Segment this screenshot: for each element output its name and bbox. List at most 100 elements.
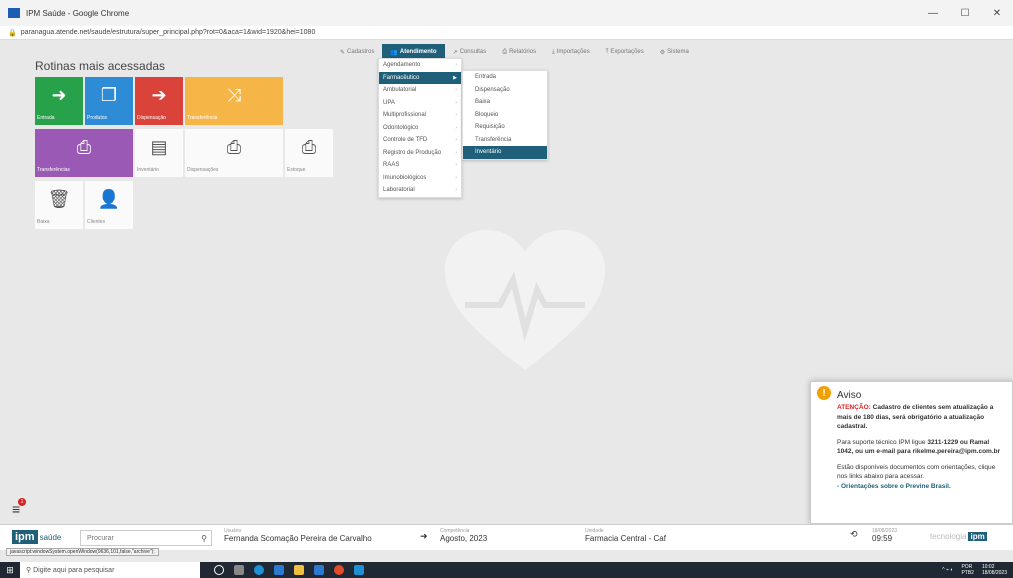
competence-field: Competência Agosto, 2023 <box>440 528 488 543</box>
tile-estoque[interactable]: ⎙ Estoque <box>285 129 333 177</box>
notifications-button[interactable]: ≡ 1 <box>12 498 26 517</box>
edge-icon[interactable] <box>254 565 264 575</box>
chevron-right-icon: › <box>455 174 457 181</box>
print-icon: ⎙ <box>502 48 508 55</box>
logout-icon[interactable]: ➜ <box>420 531 428 542</box>
trash-icon: 🗑 <box>47 189 71 209</box>
tecnologia-ipm-logo: tecnologia ipm <box>930 532 987 541</box>
menu-item-laboratorial[interactable]: Laboratorial › <box>379 184 461 197</box>
menu-item-registro-producao[interactable]: Registro de Produção › <box>379 147 461 160</box>
tile-baixa[interactable]: 🗑 Baixa <box>35 181 83 229</box>
address-bar[interactable]: 🔒 paranagua.atende.net/saude/estrutura/s… <box>0 26 1013 40</box>
menu-item-raas[interactable]: RAAS › <box>379 159 461 172</box>
tile-entrada[interactable]: ➜ Entrada <box>35 77 83 125</box>
caret-right-icon: ▶ <box>453 74 457 81</box>
app-footer: ipm saúde ⚲ Usuário Fernanda Scomação Pe… <box>0 524 1013 550</box>
tile-inventario[interactable]: ▤ Inventário <box>135 129 183 177</box>
task-view-icon[interactable] <box>214 565 224 575</box>
warning-docs: Estão disponíveis documentos com orienta… <box>837 463 996 490</box>
gear-icon: ⚙ <box>659 49 666 56</box>
tile-transferencia[interactable]: ⤨ Transferência <box>185 77 283 125</box>
refresh-icon[interactable]: ⟲ <box>850 529 858 540</box>
menu-item-agendamento[interactable]: Agendamento › <box>379 59 461 72</box>
app-icon[interactable] <box>354 565 364 575</box>
nav-importacoes[interactable]: ⤓ Importações <box>544 44 598 60</box>
status-tooltip: javascript:windowSystem.openWindow(9636,… <box>6 548 159 556</box>
menu-item-odontologico[interactable]: Odontológico › <box>379 122 461 135</box>
url-text[interactable]: paranagua.atende.net/saude/estrutura/sup… <box>21 29 316 36</box>
nav-sistema[interactable]: ⚙ Sistema <box>652 44 697 60</box>
previne-brasil-link[interactable]: - Orientações sobre o Previne Brasil. <box>837 483 951 490</box>
print-icon: ⎙ <box>301 137 317 157</box>
sign-out-icon: ➔ <box>151 85 167 105</box>
search-icon[interactable]: ⚲ <box>201 534 207 543</box>
edit-icon: ✎ <box>340 49 346 56</box>
submenu-item-transferencia[interactable]: Transferência <box>463 134 547 147</box>
submenu-item-baixa[interactable]: Baixa <box>463 96 547 109</box>
menu-item-farmaceutico[interactable]: Farmacêutico ▶ <box>379 71 461 84</box>
download-icon: ⤓ <box>552 48 555 55</box>
menu-item-multiprofissional[interactable]: Multiprofissional › <box>379 109 461 122</box>
app-area: ✎ Cadastros 👥 Atendimento ↗ Consultas ⎙ Rela… <box>0 40 1013 524</box>
chart-icon: ↗ <box>452 49 458 56</box>
store-icon[interactable] <box>274 565 284 575</box>
search-icon: ⚲ <box>26 567 34 574</box>
tile-produtos[interactable]: ❐ Produtos <box>85 77 133 125</box>
upload-icon: ⤒ <box>605 48 609 55</box>
chrome-icon[interactable] <box>334 565 344 575</box>
explorer-icon[interactable] <box>294 565 304 575</box>
datetime-field: 18/08/2023 09:59 <box>872 528 898 543</box>
chevron-right-icon: › <box>455 149 457 156</box>
search-input[interactable] <box>87 534 193 542</box>
submenu-item-bloqueio[interactable]: Bloqueio <box>463 109 547 122</box>
section-title: Rotinas mais acessadas <box>35 59 166 73</box>
tile-clientes[interactable]: 👤 Clientes <box>85 181 133 229</box>
maximize-icon[interactable]: ☐ <box>949 0 981 26</box>
window-controls: — ☐ ✕ <box>917 0 1013 26</box>
chevron-right-icon: › <box>455 137 457 144</box>
atendimento-menu: Agendamento › Farmacêutico ▶ Ambulatorial ›… <box>378 58 462 198</box>
windows-start-icon[interactable]: ⊞ <box>0 565 20 576</box>
nav-exportacoes[interactable]: ⤒ Exportações <box>598 44 652 60</box>
clock[interactable]: 10:02 18/08/2023 <box>982 564 1007 576</box>
tile-dispensacoes[interactable]: ⎙ Dispensações <box>185 129 283 177</box>
taskbar-search[interactable]: ⚲ Digite aqui para pesquisar <box>20 562 200 578</box>
sign-in-icon: ➜ <box>51 85 67 105</box>
nav-relatorios[interactable]: ⎙ Relatórios <box>494 44 544 60</box>
nav-cadastros[interactable]: ✎ Cadastros <box>332 44 382 60</box>
submenu-item-requisicao[interactable]: Requisição <box>463 121 547 134</box>
menu-item-upa[interactable]: UPA › <box>379 97 461 110</box>
menu-item-imunobiologicos[interactable]: Imunobiológicos › <box>379 172 461 185</box>
print-icon: ⎙ <box>226 137 242 157</box>
tray-icons[interactable]: ^ ⌁ ◐ <box>942 567 953 573</box>
tile-dispensacao[interactable]: ➔ Dispensação <box>135 77 183 125</box>
farmaceutico-submenu: Entrada Dispensação Baixa Bloqueio Requi… <box>462 70 548 160</box>
mail-icon[interactable] <box>314 565 324 575</box>
users-icon: 👥 <box>390 49 398 56</box>
search-box[interactable]: ⚲ <box>80 530 212 546</box>
widgets-icon[interactable] <box>234 565 244 575</box>
close-icon[interactable]: ✕ <box>981 0 1013 26</box>
chevron-right-icon: › <box>455 112 457 119</box>
chevron-right-icon: › <box>455 99 457 106</box>
minimize-icon[interactable]: — <box>917 0 949 26</box>
user-icon: 👤 <box>97 189 121 209</box>
warning-support: Para suporte técnico IPM ligue 3211-1229… <box>837 438 1001 456</box>
menu-item-ambulatorial[interactable]: Ambulatorial › <box>379 84 461 97</box>
windows-taskbar: ⊞ ⚲ Digite aqui para pesquisar ^ ⌁ ◐ POR… <box>0 562 1013 578</box>
shuffle-icon: ⤨ <box>226 85 242 105</box>
warning-title: Aviso <box>837 390 862 401</box>
submenu-item-inventario[interactable]: Inventário <box>463 146 547 159</box>
user-field: Usuário Fernanda Scomação Pereira de Car… <box>224 528 372 543</box>
submenu-item-dispensacao[interactable]: Dispensação <box>463 84 547 97</box>
chevron-right-icon: › <box>455 162 457 169</box>
warning-attention: ATENÇÃO: Cadastro de clientes sem atuali… <box>837 404 994 430</box>
warning-panel: ! Aviso ATENÇÃO: Cadastro de clientes se… <box>810 381 1013 524</box>
taskbar-apps <box>214 565 364 575</box>
menu-item-controle-tfd[interactable]: Controle de TFD › <box>379 134 461 147</box>
archive-icon: ▤ <box>150 137 168 157</box>
language-indicator[interactable]: POR PTB2 <box>961 564 974 576</box>
submenu-item-entrada[interactable]: Entrada <box>463 71 547 84</box>
tile-transferencias[interactable]: ⎙ Transferências <box>35 129 133 177</box>
print-icon: ⎙ <box>76 137 92 157</box>
